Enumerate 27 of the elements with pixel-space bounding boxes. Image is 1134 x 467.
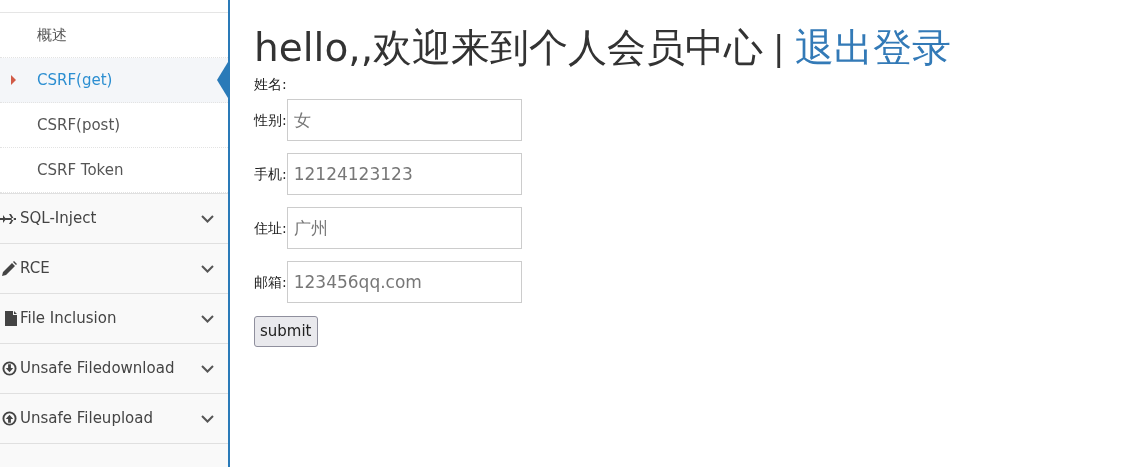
chevron-down-icon[interactable] <box>201 264 214 273</box>
chevron-down-icon[interactable] <box>201 214 214 223</box>
separator: | <box>773 27 785 70</box>
input-field[interactable]: 12124123123 <box>286 153 522 195</box>
field-label: 住址: <box>254 218 287 238</box>
plane-icon <box>0 213 17 224</box>
field-label: 性别: <box>254 110 287 130</box>
input-field[interactable]: 123456qq.com <box>286 261 522 303</box>
logout-link[interactable]: 退出登录 <box>794 22 951 74</box>
chevron-down-icon[interactable] <box>201 414 214 423</box>
submenu-item[interactable]: 概述 <box>0 13 228 59</box>
chevron-down-icon[interactable] <box>201 314 214 323</box>
download-icon <box>2 361 17 377</box>
pencil-icon <box>1 260 17 277</box>
submenu-item[interactable]: CSRF(post) <box>0 103 228 149</box>
submenu-item[interactable]: CSRF Token <box>0 148 228 194</box>
greeting-title: hello,,欢迎来到个人会员中心 <box>254 24 764 72</box>
input-field[interactable]: 女 <box>286 99 522 141</box>
upload-icon <box>2 411 17 427</box>
field-label: 手机: <box>254 164 287 184</box>
field-label: 邮箱: <box>254 272 287 292</box>
chevron-down-icon[interactable] <box>201 364 214 373</box>
field-label: 姓名: <box>254 74 287 94</box>
caret-icon <box>11 75 16 86</box>
file-icon <box>5 311 17 327</box>
input-field[interactable]: 广州 <box>286 207 522 249</box>
submit-button[interactable]: submit <box>254 316 318 347</box>
